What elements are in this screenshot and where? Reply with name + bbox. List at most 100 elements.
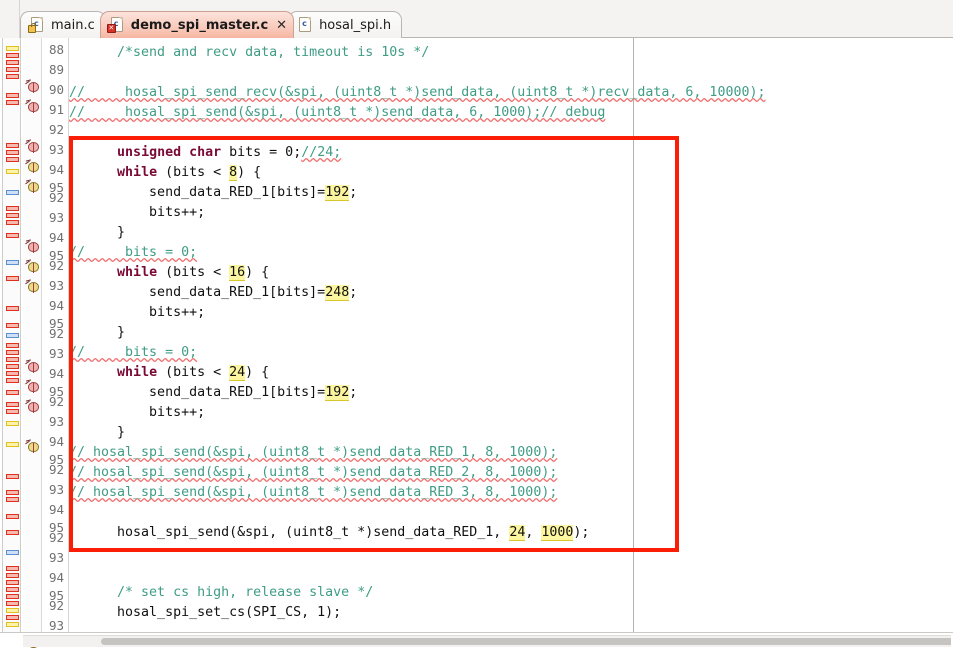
- code-line[interactable]: send_data_RED_1[bits]=192;: [69, 183, 357, 203]
- overview-marker-red[interactable]: [6, 566, 19, 571]
- breakpoint-bug-icon[interactable]: [25, 159, 40, 173]
- overview-marker-blue[interactable]: [6, 550, 19, 555]
- breakpoint-bug-icon[interactable]: [25, 259, 40, 273]
- overview-marker-red[interactable]: [6, 615, 19, 620]
- code-line[interactable]: // hosal_spi_send(&spi, (uint8_t *)send_…: [69, 103, 605, 123]
- overview-marker-red[interactable]: [6, 490, 19, 495]
- overview-marker-yellow[interactable]: [6, 46, 19, 51]
- code-line[interactable]: bits++;: [69, 403, 205, 423]
- code-line[interactable]: // hosal_spi_send(&spi, (uint8_t *)send_…: [69, 443, 557, 463]
- overview-marker-blue[interactable]: [6, 260, 19, 265]
- overview-marker-red[interactable]: [6, 409, 19, 414]
- overview-marker-red[interactable]: [6, 100, 19, 105]
- overview-marker-red[interactable]: [6, 497, 19, 502]
- code-line[interactable]: }: [69, 423, 125, 443]
- overview-marker-red[interactable]: [6, 402, 19, 407]
- breakpoint-bug-icon[interactable]: [25, 99, 40, 113]
- code-line[interactable]: while (bits < 24) {: [69, 363, 269, 383]
- overview-marker-red[interactable]: [6, 587, 19, 592]
- breakpoint-bug-icon[interactable]: [25, 379, 40, 393]
- overview-marker-red[interactable]: [6, 150, 19, 155]
- code-line[interactable]: hosal_spi_set_cs(SPI_CS, 1);: [69, 603, 341, 623]
- overview-marker-red[interactable]: [6, 53, 19, 58]
- tab-main-c[interactable]: c main.c: [20, 11, 106, 38]
- line-number: 93: [48, 142, 64, 157]
- overview-marker-blue[interactable]: [6, 333, 19, 338]
- line-number: 94: [48, 298, 64, 313]
- overview-marker-red[interactable]: [6, 233, 19, 238]
- overview-marker-red[interactable]: [6, 323, 19, 328]
- code-line[interactable]: }: [69, 323, 125, 343]
- overview-marker-yellow[interactable]: [6, 608, 19, 613]
- horizontal-scrollbar[interactable]: [23, 635, 951, 647]
- overview-marker-red[interactable]: [6, 357, 19, 362]
- code-line[interactable]: // bits = 0;: [69, 243, 197, 263]
- overview-marker-yellow[interactable]: [6, 442, 19, 447]
- code-line[interactable]: bits++;: [69, 203, 205, 223]
- overview-marker-red[interactable]: [6, 343, 19, 348]
- code-line[interactable]: while (bits < 8) {: [69, 163, 261, 183]
- overview-marker-blue[interactable]: [6, 190, 19, 195]
- code-line[interactable]: // bits = 0;: [69, 343, 197, 363]
- overview-marker-yellow[interactable]: [6, 169, 19, 174]
- overview-marker-red[interactable]: [6, 67, 19, 72]
- line-number: 93: [48, 482, 64, 497]
- code-line[interactable]: /* set cs high, release slave */: [69, 583, 373, 603]
- code-line[interactable]: // hosal_spi_send_recv(&spi, (uint8_t *)…: [69, 83, 765, 103]
- code-text-area[interactable]: /*send and recv data, timeout is 10s */ /…: [69, 38, 953, 633]
- overview-marker-red[interactable]: [6, 350, 19, 355]
- code-line[interactable]: send_data_RED_1[bits]=192;: [69, 383, 357, 403]
- code-line[interactable]: send_data_RED_1[bits]=248;: [69, 283, 357, 303]
- code-line[interactable]: hosal_spi_send(&spi, (uint8_t *)send_dat…: [69, 523, 589, 543]
- overview-marker-red[interactable]: [6, 378, 19, 383]
- breakpoint-bug-icon[interactable]: [25, 239, 40, 253]
- horizontal-scrollbar-thumb[interactable]: [101, 638, 951, 645]
- overview-marker-red[interactable]: [6, 143, 19, 148]
- code-line[interactable]: bits++;: [69, 303, 205, 323]
- overview-marker-red[interactable]: [6, 213, 19, 218]
- code-line[interactable]: unsigned char bits = 0;//24;: [69, 143, 341, 163]
- overview-ruler[interactable]: [2, 38, 21, 633]
- overview-marker-red[interactable]: [6, 580, 19, 585]
- overview-marker-red[interactable]: [6, 60, 19, 65]
- overview-marker-red[interactable]: [6, 206, 19, 211]
- overview-marker-red[interactable]: [6, 364, 19, 369]
- overview-marker-red[interactable]: [6, 276, 19, 281]
- breakpoint-bug-icon[interactable]: [25, 279, 40, 293]
- overview-marker-red[interactable]: [6, 594, 19, 599]
- breakpoint-bug-icon[interactable]: [25, 79, 40, 93]
- overview-marker-red[interactable]: [6, 306, 19, 311]
- overview-marker-red[interactable]: [6, 220, 19, 225]
- line-number: 94: [48, 570, 64, 585]
- line-number: 94: [48, 230, 64, 245]
- overview-marker-yellow[interactable]: [6, 622, 19, 627]
- breakpoint-bug-icon[interactable]: [25, 359, 40, 373]
- breakpoint-bug-icon[interactable]: [25, 139, 40, 153]
- tab-demo-spi-master-c[interactable]: c ✕ demo_spi_master.c ✕: [99, 11, 295, 38]
- overview-marker-red[interactable]: [6, 573, 19, 578]
- code-line[interactable]: // hosal_spi_send(&spi, (uint8_t *)send_…: [69, 463, 557, 483]
- code-line[interactable]: // hosal_spi_send(&spi, (uint8_t *)send_…: [69, 483, 557, 503]
- tab-label: hosal_spi.h: [319, 17, 392, 33]
- code-line[interactable]: while (bits < 16) {: [69, 263, 269, 283]
- breakpoint-bug-icon[interactable]: [25, 399, 40, 413]
- code-line[interactable]: }: [69, 223, 125, 243]
- breakpoint-bug-icon[interactable]: [25, 179, 40, 193]
- overview-marker-red[interactable]: [6, 530, 19, 535]
- overview-marker-red[interactable]: [6, 474, 19, 479]
- tab-hosal-spi-h[interactable]: c hosal_spi.h: [288, 11, 403, 38]
- source-editor[interactable]: 88 89 90 91 92 93 94 95 92 93 94 95 92 93 94 95 92 93 94 95…: [0, 38, 953, 648]
- code-line[interactable]: /*send and recv data, timeout is 10s */: [69, 43, 429, 63]
- overview-marker-red[interactable]: [6, 74, 19, 79]
- line-number: 94: [48, 434, 64, 449]
- overview-marker-yellow[interactable]: [6, 421, 19, 426]
- overview-marker-red[interactable]: [6, 601, 19, 606]
- overview-marker-red[interactable]: [6, 514, 19, 519]
- overview-marker-red[interactable]: [6, 371, 19, 376]
- overview-marker-red[interactable]: [6, 157, 19, 162]
- close-icon[interactable]: ✕: [276, 19, 287, 32]
- overview-marker-red[interactable]: [6, 390, 19, 395]
- breakpoint-gutter[interactable]: [23, 38, 42, 648]
- breakpoint-bug-icon[interactable]: [25, 439, 40, 453]
- overview-marker-red[interactable]: [6, 93, 19, 98]
